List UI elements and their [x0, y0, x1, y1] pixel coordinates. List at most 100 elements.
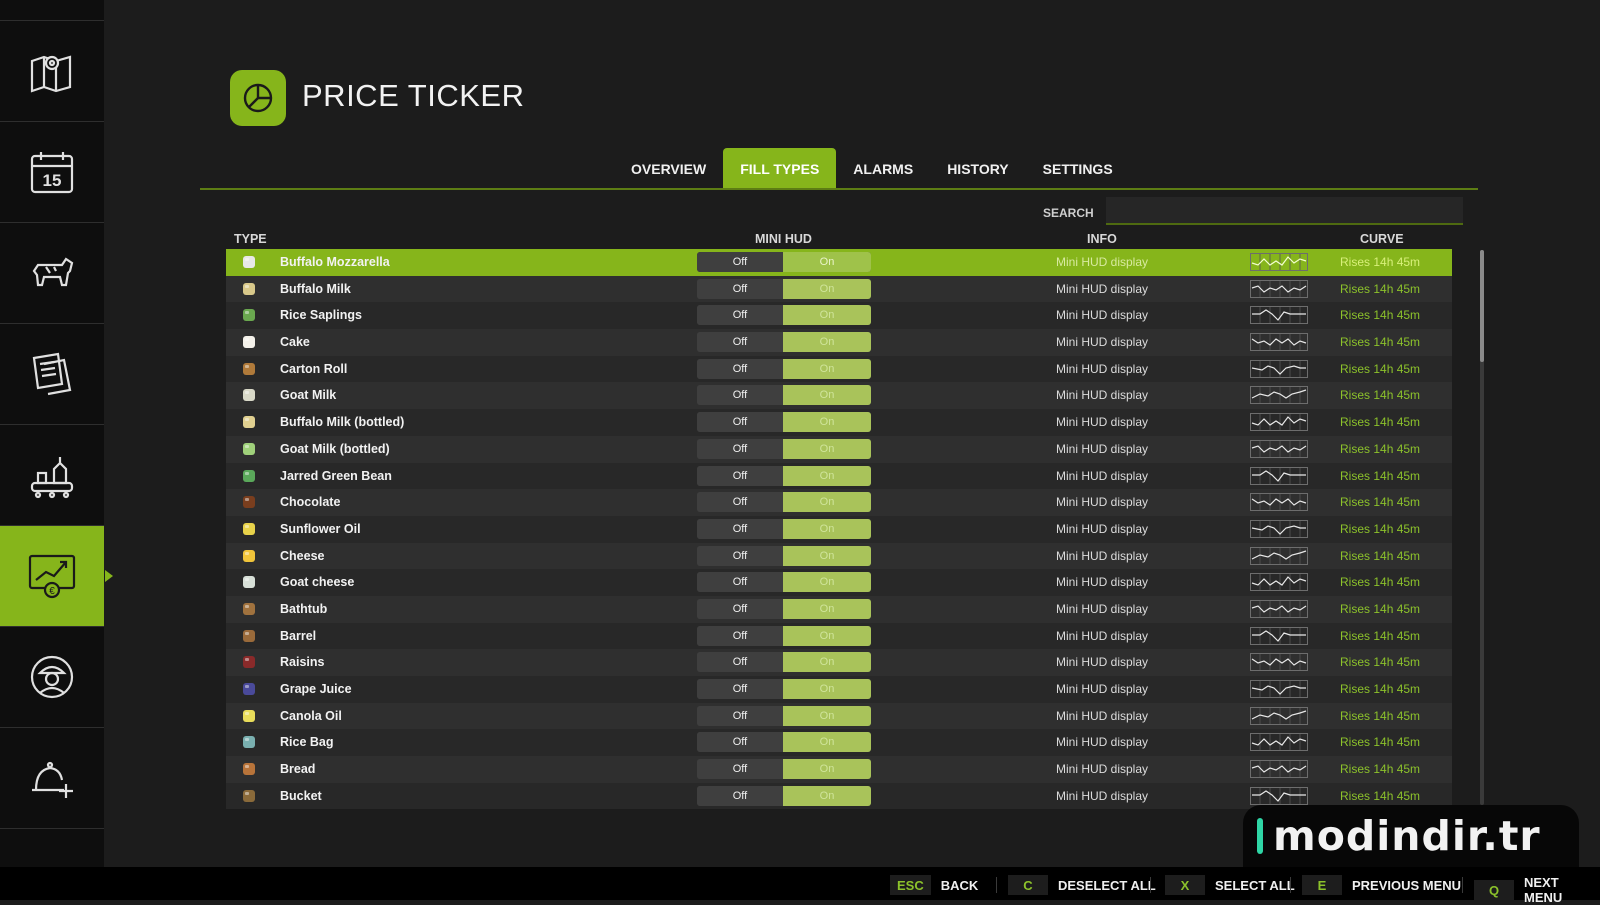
toggle-on-option[interactable]: On — [783, 438, 871, 459]
mini-hud-toggle[interactable]: Off On — [697, 785, 871, 806]
hint-back[interactable]: ESC BACK — [890, 875, 978, 895]
table-row[interactable]: Goat Milk (bottled) Off On Mini HUD display… — [226, 435, 1452, 463]
table-row[interactable]: Sunflower Oil Off On Mini HUD display Rises … — [226, 515, 1452, 543]
mini-hud-toggle[interactable]: Off On — [697, 518, 871, 539]
table-row[interactable]: Grape Juice Off On Mini HUD display Rises 14… — [226, 676, 1452, 703]
table-row[interactable]: Rice Bag Off On Mini HUD display Rises 14h 4… — [226, 729, 1452, 757]
mini-hud-toggle[interactable]: Off On — [697, 598, 871, 619]
toggle-on-option[interactable]: On — [783, 385, 871, 406]
mini-hud-toggle[interactable]: Off On — [697, 412, 871, 433]
table-row[interactable]: Jarred Green Bean Off On Mini HUD display Ri… — [226, 462, 1452, 490]
mini-hud-toggle[interactable]: Off On — [697, 759, 871, 780]
toggle-off-option[interactable]: Off — [697, 518, 783, 539]
mini-hud-toggle[interactable]: Off On — [697, 358, 871, 379]
table-row[interactable]: Buffalo Milk (bottled) Off On Mini HUD disp… — [226, 409, 1452, 436]
table-row[interactable]: Goat cheese Off On Mini HUD display Rises 14… — [226, 569, 1452, 596]
toggle-on-option[interactable]: On — [783, 252, 871, 272]
mini-hud-toggle[interactable]: Off On — [697, 278, 871, 299]
toggle-off-option[interactable]: Off — [697, 305, 783, 326]
table-row[interactable]: Goat Milk Off On Mini HUD display Rises 14h … — [226, 382, 1452, 410]
toggle-off-option[interactable]: Off — [697, 785, 783, 806]
toggle-off-option[interactable]: Off — [697, 759, 783, 780]
toggle-off-option[interactable]: Off — [697, 332, 783, 353]
mini-hud-toggle[interactable]: Off On — [697, 465, 871, 486]
mini-hud-toggle[interactable]: Off On — [697, 679, 871, 699]
toggle-on-option[interactable]: On — [783, 278, 871, 299]
toggle-off-option[interactable]: Off — [697, 572, 783, 593]
sidebar-item-production[interactable] — [0, 424, 104, 525]
toggle-on-option[interactable]: On — [783, 759, 871, 780]
mini-hud-toggle[interactable]: Off On — [697, 492, 871, 513]
table-row[interactable]: Carton Roll Off On Mini HUD display Rises 14… — [226, 355, 1452, 383]
mini-hud-toggle[interactable]: Off On — [697, 625, 871, 646]
toggle-on-option[interactable]: On — [783, 785, 871, 806]
table-row[interactable]: Cheese Off On Mini HUD display Rises 14h 45m — [226, 542, 1452, 570]
toggle-off-option[interactable]: Off — [697, 545, 783, 566]
table-row[interactable]: Bathtub Off On Mini HUD display Rises 14h 45… — [226, 595, 1452, 623]
toggle-off-option[interactable]: Off — [697, 625, 783, 646]
sidebar-item-catering[interactable] — [0, 727, 104, 829]
toggle-on-option[interactable]: On — [783, 705, 871, 726]
toggle-off-option[interactable]: Off — [697, 385, 783, 406]
mini-hud-toggle[interactable]: Off On — [697, 385, 871, 406]
hint-select-all[interactable]: X SELECT ALL — [1165, 875, 1295, 895]
toggle-on-option[interactable]: On — [783, 358, 871, 379]
sidebar-item-contracts[interactable] — [0, 323, 104, 424]
toggle-off-option[interactable]: Off — [697, 278, 783, 299]
search-input[interactable] — [1106, 197, 1463, 225]
table-row[interactable]: Chocolate Off On Mini HUD display Rises 14h … — [226, 489, 1452, 516]
table-row[interactable]: Buffalo Mozzarella Off On Mini HUD display R… — [226, 249, 1452, 276]
toggle-off-option[interactable]: Off — [697, 492, 783, 513]
mini-hud-toggle[interactable]: Off On — [697, 572, 871, 593]
sidebar-item-price-ticker[interactable]: € — [0, 525, 113, 626]
scrollbar-thumb[interactable] — [1480, 250, 1484, 362]
toggle-off-option[interactable]: Off — [697, 705, 783, 726]
table-row[interactable]: Raisins Off On Mini HUD display Rises 14h 45… — [226, 649, 1452, 676]
toggle-off-option[interactable]: Off — [697, 652, 783, 673]
mini-hud-toggle[interactable]: Off On — [697, 705, 871, 726]
toggle-on-option[interactable]: On — [783, 545, 871, 566]
sidebar-item-animals[interactable] — [0, 222, 104, 323]
tab-overview[interactable]: OVERVIEW — [614, 148, 723, 190]
toggle-off-option[interactable]: Off — [697, 598, 783, 619]
hint-deselect-all[interactable]: C DESELECT ALL — [1008, 875, 1156, 895]
mini-hud-toggle[interactable]: Off On — [697, 305, 871, 326]
hint-next-menu[interactable]: Q NEXT MENU — [1474, 875, 1600, 905]
table-scrollbar[interactable] — [1480, 250, 1484, 805]
toggle-on-option[interactable]: On — [783, 625, 871, 646]
table-row[interactable]: Buffalo Milk Off On Mini HUD display Rises 1… — [226, 275, 1452, 303]
toggle-on-option[interactable]: On — [783, 305, 871, 326]
toggle-off-option[interactable]: Off — [697, 412, 783, 433]
tab-alarms[interactable]: ALARMS — [836, 148, 930, 190]
toggle-on-option[interactable]: On — [783, 572, 871, 593]
table-row[interactable]: Canola Oil Off On Mini HUD display Rises 14h… — [226, 702, 1452, 730]
toggle-off-option[interactable]: Off — [697, 252, 783, 272]
toggle-on-option[interactable]: On — [783, 732, 871, 753]
toggle-off-option[interactable]: Off — [697, 438, 783, 459]
toggle-off-option[interactable]: Off — [697, 358, 783, 379]
toggle-on-option[interactable]: On — [783, 518, 871, 539]
mini-hud-toggle[interactable]: Off On — [697, 438, 871, 459]
sidebar-item-calendar[interactable]: 15 — [0, 121, 104, 222]
mini-hud-toggle[interactable]: Off On — [697, 332, 871, 353]
sidebar-item-workers[interactable] — [0, 626, 104, 727]
tab-settings[interactable]: SETTINGS — [1026, 148, 1130, 190]
toggle-on-option[interactable]: On — [783, 679, 871, 699]
table-row[interactable]: Bread Off On Mini HUD display Rises 14h 45m — [226, 756, 1452, 783]
tab-fill-types[interactable]: FILL TYPES — [723, 148, 837, 190]
toggle-off-option[interactable]: Off — [697, 679, 783, 699]
tab-history[interactable]: HISTORY — [930, 148, 1025, 190]
mini-hud-toggle[interactable]: Off On — [697, 545, 871, 566]
toggle-on-option[interactable]: On — [783, 652, 871, 673]
table-row[interactable]: Barrel Off On Mini HUD display Rises 14h 45m — [226, 622, 1452, 650]
toggle-off-option[interactable]: Off — [697, 732, 783, 753]
toggle-on-option[interactable]: On — [783, 492, 871, 513]
toggle-on-option[interactable]: On — [783, 412, 871, 433]
toggle-on-option[interactable]: On — [783, 598, 871, 619]
table-row[interactable]: Rice Saplings Off On Mini HUD display Rises … — [226, 302, 1452, 330]
hint-previous-menu[interactable]: E PREVIOUS MENU — [1302, 875, 1461, 895]
toggle-on-option[interactable]: On — [783, 332, 871, 353]
mini-hud-toggle[interactable]: Off On — [697, 252, 871, 272]
toggle-on-option[interactable]: On — [783, 465, 871, 486]
sidebar-item-map[interactable] — [0, 20, 104, 121]
